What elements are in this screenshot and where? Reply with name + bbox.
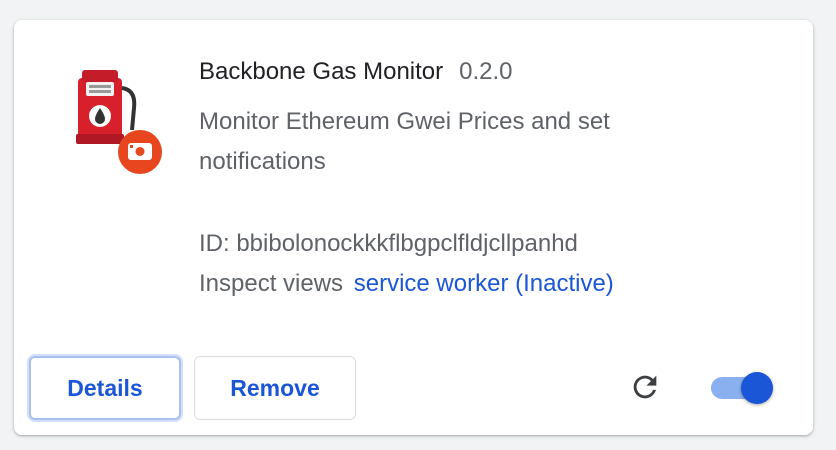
inspect-views-label: Inspect views bbox=[199, 270, 344, 297]
remove-button[interactable]: Remove bbox=[194, 356, 356, 420]
title-row: Backbone Gas Monitor 0.2.0 bbox=[199, 58, 513, 86]
gas-pump-icon bbox=[74, 64, 174, 179]
toggle-knob bbox=[741, 372, 773, 404]
extension-version: 0.2.0 bbox=[459, 58, 513, 85]
reload-icon[interactable] bbox=[628, 370, 662, 404]
extension-name: Backbone Gas Monitor bbox=[199, 58, 444, 85]
service-worker-link[interactable]: service worker (Inactive) bbox=[354, 270, 614, 297]
extension-card: Backbone Gas Monitor 0.2.0 Monitor Ether… bbox=[14, 20, 813, 435]
extension-description: Monitor Ethereum Gwei Prices and set not… bbox=[199, 108, 610, 175]
enable-toggle[interactable] bbox=[711, 372, 777, 404]
extension-id: ID: bbibolonockkkflbgpclfldjcllpanhd bbox=[199, 230, 578, 257]
inspect-views: Inspect views service worker (Inactive) bbox=[199, 270, 614, 298]
details-button[interactable]: Details bbox=[29, 356, 181, 420]
